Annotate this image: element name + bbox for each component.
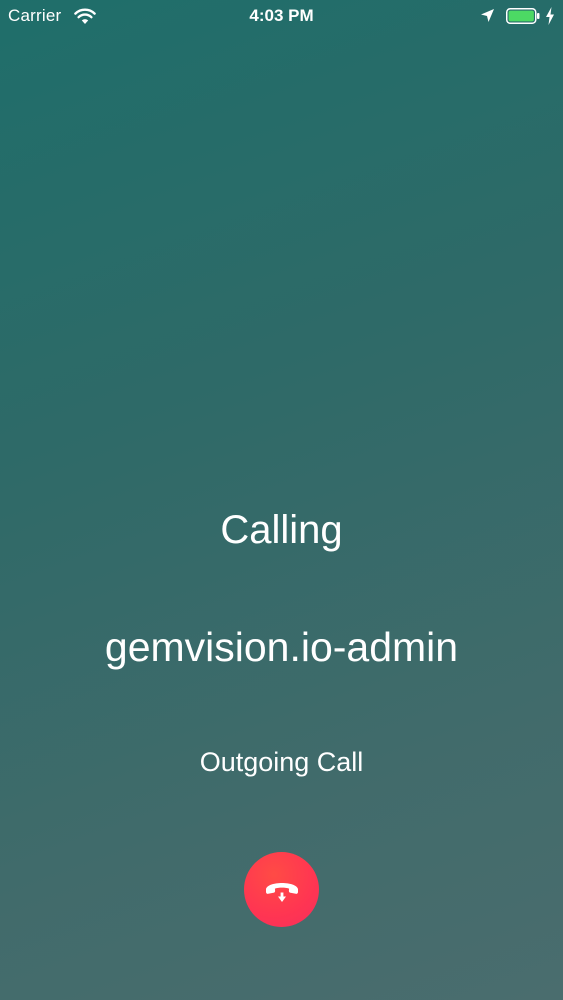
phone-hangup-icon [265,882,298,902]
call-status-label: Outgoing Call [199,747,364,777]
charging-bolt-icon [546,7,554,25]
status-time: 4:03 PM [249,6,314,25]
callee-name: gemvision.io-admin [104,624,459,670]
location-arrow-icon [481,9,494,22]
status-bar: Carrier 4:03 PM [0,0,563,34]
call-screen: Carrier 4:03 PM Calling gemvision.io-adm… [0,0,563,1000]
battery-icon [506,8,540,24]
end-call-button[interactable] [244,852,319,927]
call-title: Calling [220,508,343,552]
